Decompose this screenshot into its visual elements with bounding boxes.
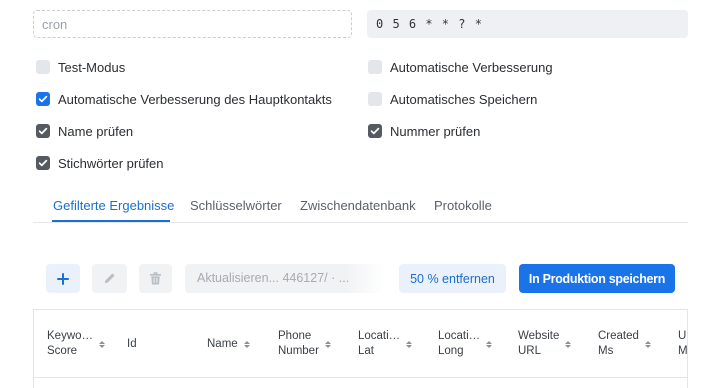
checkbox-auto-improve-main-contact[interactable]: Automatische Verbesserung des Hauptkonta… — [36, 90, 332, 108]
column-header-updated-ms[interactable]: Up M — [678, 310, 688, 378]
update-status-field: Aktualisieren... 446127/ · ... — [185, 264, 385, 293]
checkbox-box[interactable] — [36, 156, 50, 170]
sort-icon[interactable] — [565, 340, 572, 348]
checkbox-test-mode[interactable]: Test-Modus — [36, 58, 125, 76]
column-header-label: Phone Number — [278, 330, 319, 357]
tab-intermediate-database[interactable]: Zwischendatenbank — [300, 198, 416, 213]
tab-divider — [33, 222, 688, 223]
checkbox-box[interactable] — [36, 92, 50, 106]
tab-keywords[interactable]: Schlüsselwörter — [190, 198, 282, 213]
sort-icon[interactable] — [644, 340, 651, 348]
remove-50-percent-button[interactable]: 50 % entfernen — [399, 264, 506, 293]
column-header-created-ms[interactable]: Created Ms — [598, 310, 651, 378]
tab-filtered-results[interactable]: Gefilterte Ergebnisse — [53, 198, 174, 213]
checkmark-icon — [38, 127, 48, 135]
checkmark-icon — [370, 127, 380, 135]
plus-icon — [57, 272, 69, 285]
save-to-production-button[interactable]: In Produktion speichern — [519, 264, 675, 293]
cron-pattern-field[interactable]: 0 5 6 * * ? * — [367, 10, 688, 38]
checkbox-label: Automatische Verbesserung — [390, 59, 553, 75]
checkbox-box[interactable] — [368, 92, 382, 106]
add-button[interactable] — [46, 264, 80, 293]
column-header-label: Keywo… Score — [47, 330, 94, 357]
cron-input[interactable] — [33, 10, 352, 38]
sort-icon[interactable] — [324, 340, 331, 348]
checkbox-label: Automatisches Speichern — [390, 91, 538, 107]
checkbox-check-number[interactable]: Nummer prüfen — [368, 122, 480, 140]
active-tab-indicator — [52, 220, 170, 222]
checkmark-icon — [38, 95, 48, 103]
checkbox-box[interactable] — [368, 60, 382, 74]
column-header-website-url[interactable]: Website URL — [518, 310, 572, 378]
column-header-label: Up M — [678, 330, 688, 357]
pencil-icon — [104, 273, 115, 284]
checkbox-label: Nummer prüfen — [390, 123, 481, 139]
checkbox-box[interactable] — [36, 60, 50, 74]
table-header-divider — [34, 377, 687, 378]
column-header-name[interactable]: Name — [207, 310, 250, 378]
checkbox-check-name[interactable]: Name prüfen — [36, 122, 133, 140]
tab-logs[interactable]: Protokolle — [434, 198, 492, 213]
checkbox-auto-save[interactable]: Automatisches Speichern — [368, 90, 537, 108]
sort-icon[interactable] — [243, 340, 250, 348]
column-header-label: Locati… Long — [438, 330, 481, 357]
column-header-location-long[interactable]: Locati… Long — [438, 310, 493, 378]
checkbox-box[interactable] — [368, 124, 382, 138]
column-header-label: Locati… Lat — [358, 330, 401, 357]
column-header-label: Website URL — [518, 330, 560, 357]
edit-button[interactable] — [92, 264, 127, 293]
sort-icon[interactable] — [406, 340, 413, 348]
column-header-location-lat[interactable]: Locati… Lat — [358, 310, 413, 378]
trash-icon — [150, 272, 161, 285]
checkbox-box[interactable] — [36, 124, 50, 138]
column-header-id[interactable]: Id — [127, 310, 137, 378]
column-header-label: Name — [207, 337, 238, 350]
checkbox-auto-improvement[interactable]: Automatische Verbesserung — [368, 58, 553, 76]
column-header-label: Id — [127, 337, 137, 350]
sort-icon[interactable] — [486, 340, 493, 348]
checkbox-label: Stichwörter prüfen — [58, 155, 164, 171]
sort-icon[interactable] — [99, 340, 106, 348]
checkbox-label: Name prüfen — [58, 123, 134, 139]
column-header-phone-number[interactable]: Phone Number — [278, 310, 331, 378]
checkmark-icon — [38, 159, 48, 167]
delete-button[interactable] — [139, 264, 172, 293]
checkbox-label: Automatische Verbesserung des Hauptkonta… — [58, 91, 332, 107]
checkbox-check-keywords[interactable]: Stichwörter prüfen — [36, 154, 164, 172]
column-header-keyword-score[interactable]: Keywo… Score — [47, 310, 106, 378]
column-header-label: Created Ms — [598, 330, 639, 357]
checkbox-label: Test-Modus — [58, 59, 126, 75]
